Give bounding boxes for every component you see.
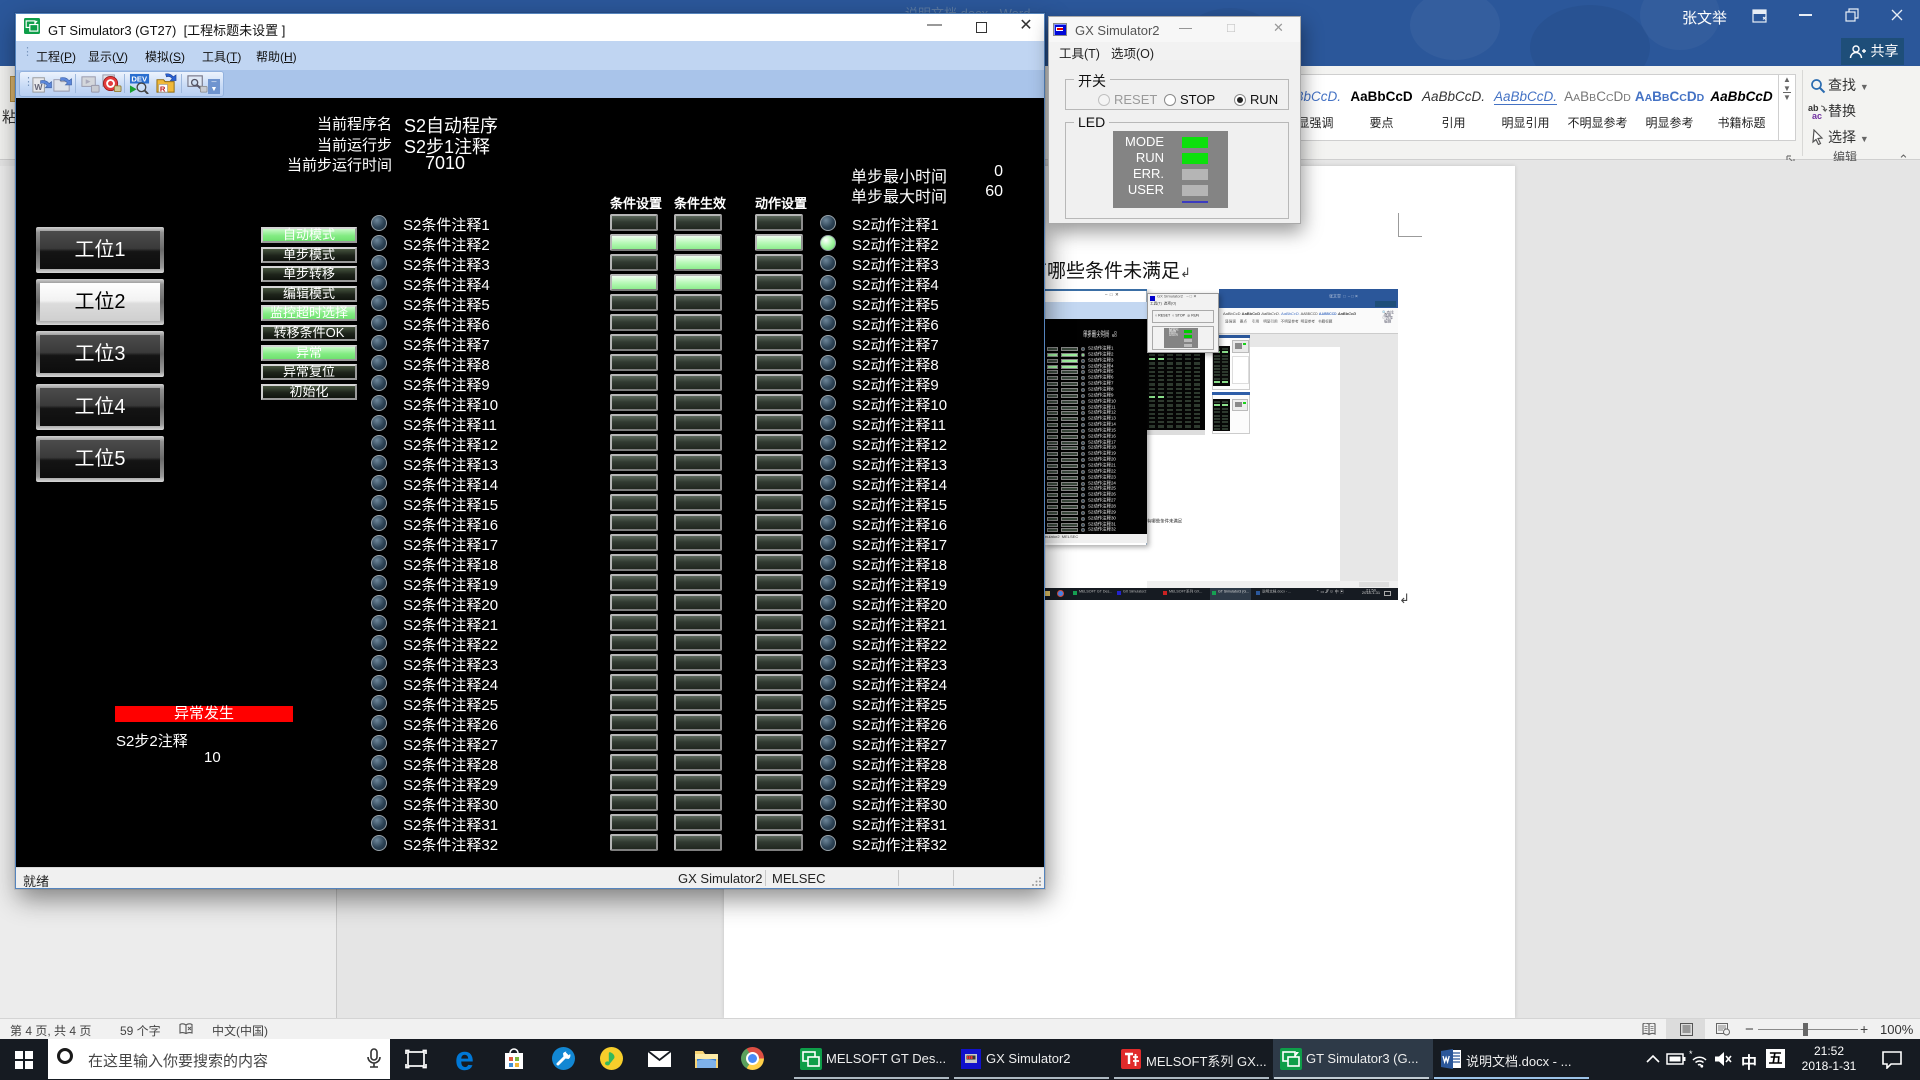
svg-text:DEV: DEV	[131, 75, 148, 84]
svg-text:*: *	[1689, 1050, 1693, 1059]
svg-text:ac: ac	[1812, 111, 1822, 120]
svg-text:R: R	[160, 85, 166, 94]
svg-text:W: W	[34, 82, 43, 92]
